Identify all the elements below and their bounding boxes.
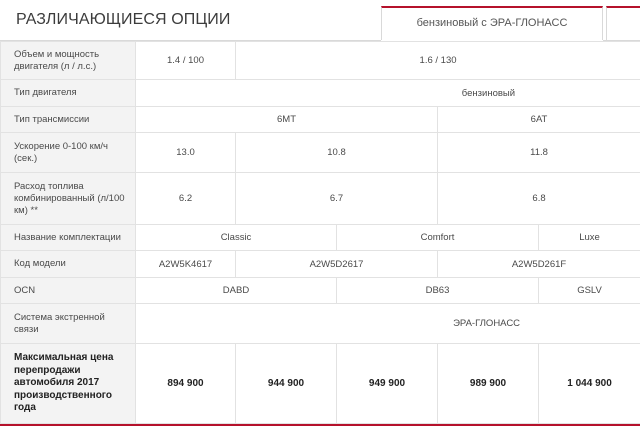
table-row-trim: Название комплектации Classic Comfort Lu…: [0, 224, 640, 251]
price-cell: 944 900: [235, 343, 337, 424]
price-cell: 989 900: [437, 343, 539, 424]
table-cell: 10.8: [235, 132, 438, 173]
table-cell: A2W5D261F: [436, 250, 640, 278]
row-label: Система экстренной связи: [0, 303, 136, 344]
row-label: Код модели: [0, 250, 136, 278]
table-cell: 13.0: [135, 132, 236, 173]
row-label: Название комплектации: [0, 224, 136, 251]
row-label: Тип трансмиссии: [0, 106, 136, 133]
table-row-engine-type: Тип двигателя бензиновый: [0, 79, 640, 107]
table-cell: Comfort: [336, 224, 539, 251]
table-row-emergency: Система экстренной связи ЭРА-ГЛОНАСС: [0, 303, 640, 344]
tab-next[interactable]: [606, 6, 640, 40]
table-cell: 6.8: [436, 172, 640, 225]
row-label: Ускорение 0-100 км/ч (сек.): [0, 132, 136, 173]
price-cell: 894 900: [135, 343, 236, 424]
table-cell: Classic: [135, 224, 337, 251]
table-row-model-code: Код модели A2W5K4617 A2W5D2617 A2W5D261F: [0, 250, 640, 278]
table-row-acceleration: Ускорение 0-100 км/ч (сек.) 13.0 10.8 11…: [0, 132, 640, 173]
row-label: OCN: [0, 277, 136, 304]
row-label: Расход топлива комбинированный (л/100 км…: [0, 172, 136, 225]
options-header: РАЗЛИЧАЮЩИЕСЯ ОПЦИИ бензиновый с ЭРА-ГЛО…: [0, 0, 640, 41]
table-row-fuel: Расход топлива комбинированный (л/100 км…: [0, 172, 640, 225]
table-cell: 6МТ: [135, 106, 438, 133]
tab-petrol-era-glonass[interactable]: бензиновый с ЭРА-ГЛОНАСС: [381, 6, 603, 40]
table-row-price: Максимальная цена перепродажи автомобиля…: [0, 343, 640, 424]
price-cell: 1 044 900: [537, 343, 640, 424]
table-cell: 6АТ: [436, 106, 640, 133]
table-row-engine: Объем и мощность двигателя (л / л.с.) 1.…: [0, 41, 640, 80]
price-cell: 949 900: [336, 343, 438, 424]
table-cell: DB63: [336, 277, 539, 304]
table-cell: GSLV: [537, 277, 640, 304]
row-label: Тип двигателя: [0, 79, 136, 107]
accent-bar: [0, 424, 640, 426]
section-title: РАЗЛИЧАЮЩИЕСЯ ОПЦИИ: [16, 11, 231, 28]
table-cell: A2W5K4617: [135, 250, 236, 278]
table-cell: 6.7: [235, 172, 438, 225]
options-table: Объем и мощность двигателя (л / л.с.) 1.…: [0, 41, 640, 424]
table-cell: Luxe: [537, 224, 640, 251]
table-cell: 6.2: [135, 172, 236, 225]
table-cell: 1.6 / 130: [234, 41, 640, 80]
table-row-transmission: Тип трансмиссии 6МТ 6АТ: [0, 106, 640, 133]
table-row-ocn: OCN DABD DB63 GSLV: [0, 277, 640, 304]
table-cell: 11.8: [436, 132, 640, 173]
table-cell: ЭРА-ГЛОНАСС: [134, 303, 640, 344]
table-cell: DABD: [135, 277, 337, 304]
table-cell: A2W5D2617: [235, 250, 438, 278]
row-label: Объем и мощность двигателя (л / л.с.): [0, 41, 136, 80]
row-label: Максимальная цена перепродажи автомобиля…: [0, 343, 136, 424]
table-cell: 1.4 / 100: [135, 41, 236, 80]
table-cell: бензиновый: [134, 79, 640, 107]
